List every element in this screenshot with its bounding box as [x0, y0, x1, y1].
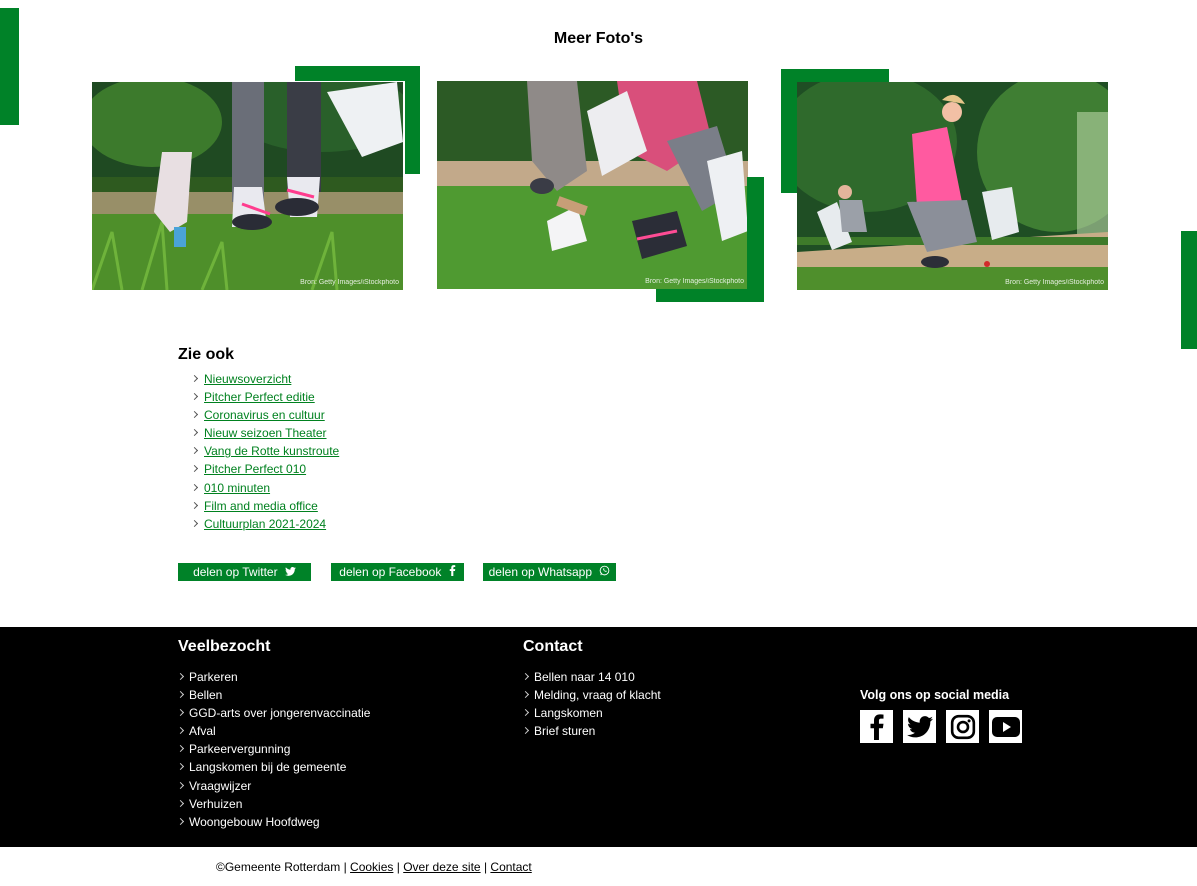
footer-link[interactable]: Afval — [176, 722, 370, 740]
list-item: 010 minuten — [190, 479, 339, 497]
list-item: Nieuw seizoen Theater — [190, 424, 339, 442]
social-media: Volg ons op social media — [860, 688, 1022, 743]
copyright-text: ©Gemeente Rotterdam — [216, 860, 341, 874]
list-item: Coronavirus en cultuur — [190, 406, 339, 424]
social-heading: Volg ons op social media — [860, 688, 1010, 702]
list-item: Film and media office — [190, 497, 339, 515]
facebook-icon — [449, 563, 456, 581]
see-also-link[interactable]: 010 minuten — [204, 481, 270, 495]
chevron-right-icon — [521, 672, 530, 681]
separator: | — [483, 860, 488, 874]
twitter-icon — [285, 563, 296, 581]
chevron-right-icon — [190, 447, 199, 455]
chevron-right-icon — [176, 691, 185, 699]
chevron-right-icon — [176, 799, 185, 807]
see-also-link[interactable]: Pitcher Perfect editie — [204, 390, 315, 404]
facebook-icon[interactable] — [860, 710, 893, 743]
footer-link[interactable]: Langskomen — [521, 704, 661, 722]
chevron-right-icon — [176, 763, 185, 771]
photo-credit: Bron: Getty Images/iStockphoto — [1005, 279, 1104, 286]
see-also-link[interactable]: Film and media office — [204, 499, 318, 513]
chevron-right-icon — [176, 817, 185, 825]
contact-link[interactable]: Contact — [490, 860, 531, 874]
footer-link[interactable]: Parkeren — [176, 668, 370, 686]
see-also-heading: Zie ook — [178, 346, 235, 363]
left-green-accent — [0, 8, 19, 125]
footer-link[interactable]: GGD-arts over jongerenvaccinatie — [176, 704, 370, 722]
list-item: Pitcher Perfect 010 — [190, 460, 339, 478]
footer-veelbezocht: Veelbezocht Parkeren Bellen GGD-arts ove… — [176, 638, 370, 831]
chevron-right-icon — [176, 745, 185, 753]
list-item: Nieuwsoverzicht — [190, 370, 339, 388]
chevron-right-icon — [190, 501, 199, 509]
chevron-right-icon — [190, 429, 199, 437]
chevron-right-icon — [176, 781, 185, 789]
chevron-right-icon — [521, 691, 530, 699]
share-twitter-button[interactable]: delen op Twitter — [178, 563, 311, 581]
footer-link[interactable]: Brief sturen — [521, 722, 661, 740]
chevron-right-icon — [521, 727, 530, 735]
chevron-right-icon — [176, 709, 185, 717]
footer-heading-contact: Contact — [523, 638, 583, 655]
instagram-icon[interactable] — [946, 710, 979, 743]
separator: | — [396, 860, 400, 874]
chevron-right-icon — [190, 465, 199, 473]
chevron-right-icon — [521, 709, 530, 717]
photo-credit: Bron: Getty Images/iStockphoto — [300, 279, 399, 286]
share-facebook-button[interactable]: delen op Facebook — [331, 563, 464, 581]
separator: | — [343, 860, 347, 874]
bottom-bar: ©Gemeente Rotterdam | Cookies | Over dez… — [216, 860, 532, 874]
list-item: Cultuurplan 2021-2024 — [190, 515, 339, 533]
share-whatsapp-button[interactable]: delen op Whatsapp — [483, 563, 616, 581]
see-also-link[interactable]: Vang de Rotte kunstroute — [204, 444, 339, 458]
see-also-list: Nieuwsoverzicht Pitcher Perfect editie C… — [178, 370, 339, 533]
chevron-right-icon — [190, 519, 199, 527]
site-footer: Veelbezocht Parkeren Bellen GGD-arts ove… — [0, 627, 1197, 847]
chevron-right-icon — [176, 672, 185, 681]
see-also-link[interactable]: Nieuw seizoen Theater — [204, 426, 327, 440]
chevron-right-icon — [190, 393, 199, 401]
see-also-section: Zie ook Nieuwsoverzicht Pitcher Perfect … — [178, 346, 339, 533]
photo-1[interactable]: Bron: Getty Images/iStockphoto — [92, 82, 403, 290]
footer-link[interactable]: Verhuizen — [176, 795, 370, 813]
share-facebook-label: delen op Facebook — [339, 565, 442, 579]
footer-link[interactable]: Vraagwijzer — [176, 777, 370, 795]
twitter-icon[interactable] — [903, 710, 936, 743]
see-also-link[interactable]: Nieuwsoverzicht — [204, 372, 291, 386]
chevron-right-icon — [190, 483, 199, 491]
footer-link[interactable]: Woongebouw Hoofdweg — [176, 813, 370, 831]
chevron-right-icon — [176, 727, 185, 735]
footer-link[interactable]: Bellen naar 14 010 — [521, 668, 661, 686]
see-also-link[interactable]: Coronavirus en cultuur — [204, 408, 325, 422]
footer-link[interactable]: Melding, vraag of klacht — [521, 686, 661, 704]
share-twitter-label: delen op Twitter — [193, 565, 278, 579]
whatsapp-icon — [599, 563, 610, 581]
chevron-right-icon — [190, 411, 199, 419]
about-site-link[interactable]: Over deze site — [403, 860, 480, 874]
chevron-right-icon — [190, 374, 199, 383]
see-also-link[interactable]: Cultuurplan 2021-2024 — [204, 517, 326, 531]
footer-contact: Contact Bellen naar 14 010 Melding, vraa… — [521, 638, 661, 740]
footer-link[interactable]: Langskomen bij de gemeente — [176, 758, 370, 776]
list-item: Pitcher Perfect editie — [190, 388, 339, 406]
youtube-icon[interactable] — [989, 710, 1022, 743]
footer-link[interactable]: Parkeervergunning — [176, 740, 370, 758]
list-item: Vang de Rotte kunstroute — [190, 442, 339, 460]
cookies-link[interactable]: Cookies — [350, 860, 393, 874]
photo-frame-decoration — [656, 177, 764, 302]
photo-3[interactable]: Bron: Getty Images/iStockphoto — [797, 82, 1108, 290]
footer-link[interactable]: Bellen — [176, 686, 370, 704]
footer-heading-veelbezocht: Veelbezocht — [178, 638, 271, 655]
see-also-link[interactable]: Pitcher Perfect 010 — [204, 462, 306, 476]
share-whatsapp-label: delen op Whatsapp — [488, 565, 593, 579]
right-green-accent — [1181, 231, 1197, 349]
page-title: Meer Foto's — [553, 30, 644, 47]
